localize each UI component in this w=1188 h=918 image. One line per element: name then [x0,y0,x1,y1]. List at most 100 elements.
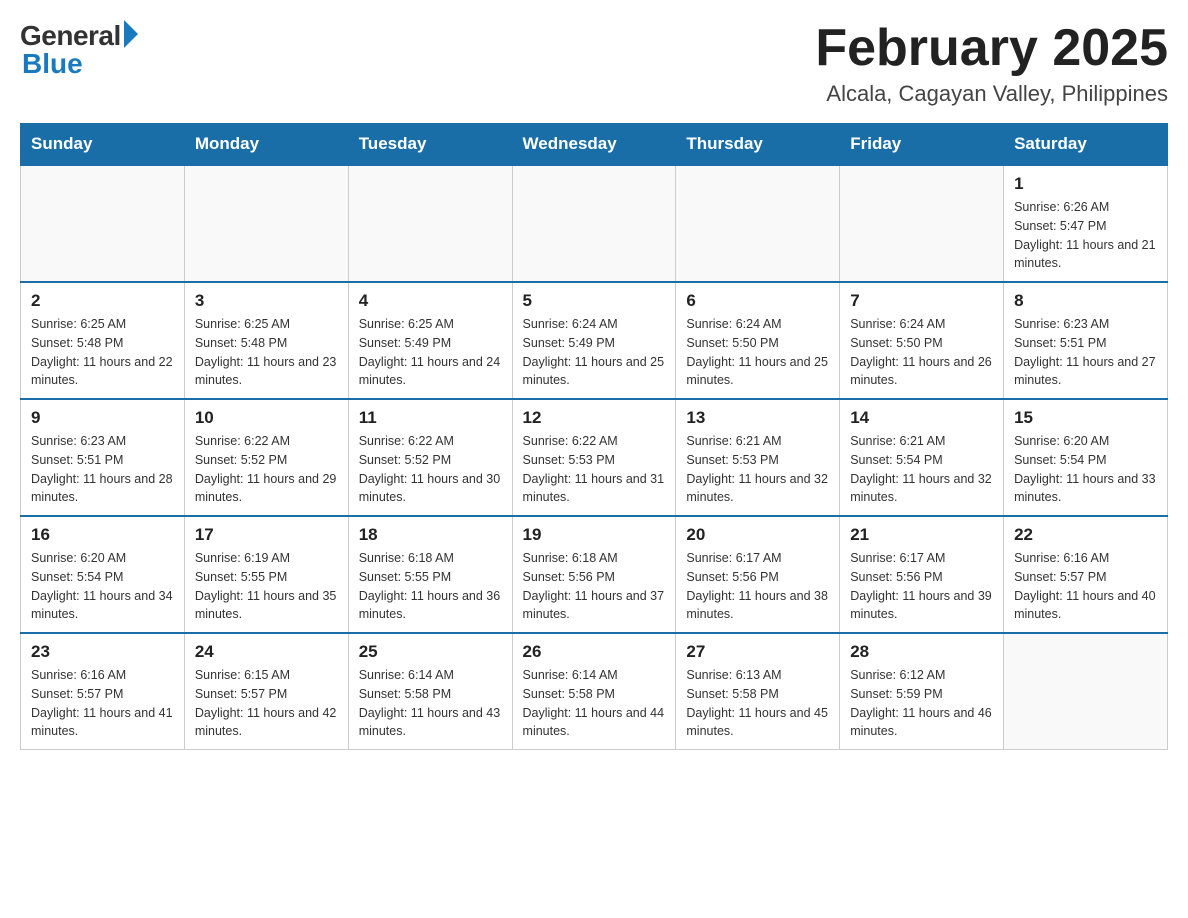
calendar-cell: 15 Sunrise: 6:20 AMSunset: 5:54 PMDayligh… [1004,399,1168,516]
day-number: 24 [195,642,338,662]
weekday-header-saturday: Saturday [1004,124,1168,166]
day-info: Sunrise: 6:23 AMSunset: 5:51 PMDaylight:… [1014,315,1157,390]
day-info: Sunrise: 6:16 AMSunset: 5:57 PMDaylight:… [31,666,174,741]
day-number: 9 [31,408,174,428]
calendar-cell [1004,633,1168,750]
calendar-cell: 4 Sunrise: 6:25 AMSunset: 5:49 PMDaylight… [348,282,512,399]
day-info: Sunrise: 6:26 AMSunset: 5:47 PMDaylight:… [1014,198,1157,273]
day-info: Sunrise: 6:17 AMSunset: 5:56 PMDaylight:… [686,549,829,624]
weekday-header-tuesday: Tuesday [348,124,512,166]
logo-arrow-icon [124,20,138,48]
calendar-cell [21,165,185,282]
day-number: 8 [1014,291,1157,311]
calendar-cell: 23 Sunrise: 6:16 AMSunset: 5:57 PMDayligh… [21,633,185,750]
day-number: 5 [523,291,666,311]
logo: General Blue [20,20,138,80]
day-info: Sunrise: 6:25 AMSunset: 5:48 PMDaylight:… [31,315,174,390]
day-number: 18 [359,525,502,545]
calendar-cell: 27Sunrise: 6:13 AMSunset: 5:58 PMDayligh… [676,633,840,750]
day-info: Sunrise: 6:12 AMSunset: 5:59 PMDaylight:… [850,666,993,741]
day-number: 28 [850,642,993,662]
calendar-cell: 5Sunrise: 6:24 AMSunset: 5:49 PMDaylight… [512,282,676,399]
day-number: 7 [850,291,993,311]
day-info: Sunrise: 6:25 AMSunset: 5:49 PMDaylight:… [359,315,502,390]
day-number: 21 [850,525,993,545]
calendar-cell: 8 Sunrise: 6:23 AMSunset: 5:51 PMDaylight… [1004,282,1168,399]
day-number: 19 [523,525,666,545]
day-info: Sunrise: 6:21 AMSunset: 5:53 PMDaylight:… [686,432,829,507]
calendar-cell [512,165,676,282]
calendar-cell: 19 Sunrise: 6:18 AMSunset: 5:56 PMDayligh… [512,516,676,633]
calendar-cell: 7Sunrise: 6:24 AMSunset: 5:50 PMDaylight… [840,282,1004,399]
calendar-cell: 21 Sunrise: 6:17 AMSunset: 5:56 PMDayligh… [840,516,1004,633]
day-info: Sunrise: 6:23 AMSunset: 5:51 PMDaylight:… [31,432,174,507]
day-number: 23 [31,642,174,662]
week-row-3: 9 Sunrise: 6:23 AMSunset: 5:51 PMDaylight… [21,399,1168,516]
day-number: 14 [850,408,993,428]
day-info: Sunrise: 6:22 AMSunset: 5:52 PMDaylight:… [359,432,502,507]
day-number: 4 [359,291,502,311]
day-number: 26 [523,642,666,662]
header: General Blue February 2025 Alcala, Cagay… [20,20,1168,107]
day-info: Sunrise: 6:22 AMSunset: 5:53 PMDaylight:… [523,432,666,507]
calendar-cell [184,165,348,282]
day-info: Sunrise: 6:19 AMSunset: 5:55 PMDaylight:… [195,549,338,624]
calendar-cell: 9 Sunrise: 6:23 AMSunset: 5:51 PMDaylight… [21,399,185,516]
title-area: February 2025 Alcala, Cagayan Valley, Ph… [815,20,1168,107]
calendar-cell: 12 Sunrise: 6:22 AMSunset: 5:53 PMDayligh… [512,399,676,516]
week-row-2: 2 Sunrise: 6:25 AMSunset: 5:48 PMDaylight… [21,282,1168,399]
calendar-cell: 16 Sunrise: 6:20 AMSunset: 5:54 PMDayligh… [21,516,185,633]
weekday-header-monday: Monday [184,124,348,166]
day-info: Sunrise: 6:15 AMSunset: 5:57 PMDaylight:… [195,666,338,741]
calendar-cell: 26 Sunrise: 6:14 AMSunset: 5:58 PMDayligh… [512,633,676,750]
calendar-cell: 14 Sunrise: 6:21 AMSunset: 5:54 PMDayligh… [840,399,1004,516]
day-info: Sunrise: 6:22 AMSunset: 5:52 PMDaylight:… [195,432,338,507]
day-info: Sunrise: 6:18 AMSunset: 5:55 PMDaylight:… [359,549,502,624]
weekday-header-thursday: Thursday [676,124,840,166]
week-row-1: 1 Sunrise: 6:26 AMSunset: 5:47 PMDaylight… [21,165,1168,282]
day-number: 25 [359,642,502,662]
calendar-cell: 24 Sunrise: 6:15 AMSunset: 5:57 PMDayligh… [184,633,348,750]
calendar-cell: 20Sunrise: 6:17 AMSunset: 5:56 PMDayligh… [676,516,840,633]
day-info: Sunrise: 6:20 AMSunset: 5:54 PMDaylight:… [1014,432,1157,507]
day-number: 16 [31,525,174,545]
day-info: Sunrise: 6:20 AMSunset: 5:54 PMDaylight:… [31,549,174,624]
day-info: Sunrise: 6:21 AMSunset: 5:54 PMDaylight:… [850,432,993,507]
weekday-header-row: SundayMondayTuesdayWednesdayThursdayFrid… [21,124,1168,166]
calendar-cell: 2 Sunrise: 6:25 AMSunset: 5:48 PMDaylight… [21,282,185,399]
calendar-cell [348,165,512,282]
logo-blue-text: Blue [22,48,83,80]
day-number: 1 [1014,174,1157,194]
day-number: 22 [1014,525,1157,545]
day-number: 2 [31,291,174,311]
calendar-cell: 25 Sunrise: 6:14 AMSunset: 5:58 PMDayligh… [348,633,512,750]
calendar-cell: 6Sunrise: 6:24 AMSunset: 5:50 PMDaylight… [676,282,840,399]
calendar-cell: 18 Sunrise: 6:18 AMSunset: 5:55 PMDayligh… [348,516,512,633]
day-number: 15 [1014,408,1157,428]
calendar-cell: 10Sunrise: 6:22 AMSunset: 5:52 PMDayligh… [184,399,348,516]
weekday-header-wednesday: Wednesday [512,124,676,166]
day-number: 12 [523,408,666,428]
weekday-header-sunday: Sunday [21,124,185,166]
day-number: 3 [195,291,338,311]
calendar-table: SundayMondayTuesdayWednesdayThursdayFrid… [20,123,1168,750]
day-number: 11 [359,408,502,428]
weekday-header-friday: Friday [840,124,1004,166]
day-number: 6 [686,291,829,311]
day-info: Sunrise: 6:16 AMSunset: 5:57 PMDaylight:… [1014,549,1157,624]
calendar-cell: 11 Sunrise: 6:22 AMSunset: 5:52 PMDayligh… [348,399,512,516]
calendar-cell: 22 Sunrise: 6:16 AMSunset: 5:57 PMDayligh… [1004,516,1168,633]
day-info: Sunrise: 6:17 AMSunset: 5:56 PMDaylight:… [850,549,993,624]
calendar-cell: 13 Sunrise: 6:21 AMSunset: 5:53 PMDayligh… [676,399,840,516]
day-info: Sunrise: 6:18 AMSunset: 5:56 PMDaylight:… [523,549,666,624]
day-number: 13 [686,408,829,428]
day-number: 27 [686,642,829,662]
location-subtitle: Alcala, Cagayan Valley, Philippines [815,81,1168,107]
week-row-4: 16 Sunrise: 6:20 AMSunset: 5:54 PMDayligh… [21,516,1168,633]
week-row-5: 23 Sunrise: 6:16 AMSunset: 5:57 PMDayligh… [21,633,1168,750]
day-info: Sunrise: 6:25 AMSunset: 5:48 PMDaylight:… [195,315,338,390]
day-info: Sunrise: 6:14 AMSunset: 5:58 PMDaylight:… [359,666,502,741]
day-info: Sunrise: 6:14 AMSunset: 5:58 PMDaylight:… [523,666,666,741]
month-year-title: February 2025 [815,20,1168,77]
calendar-cell [676,165,840,282]
